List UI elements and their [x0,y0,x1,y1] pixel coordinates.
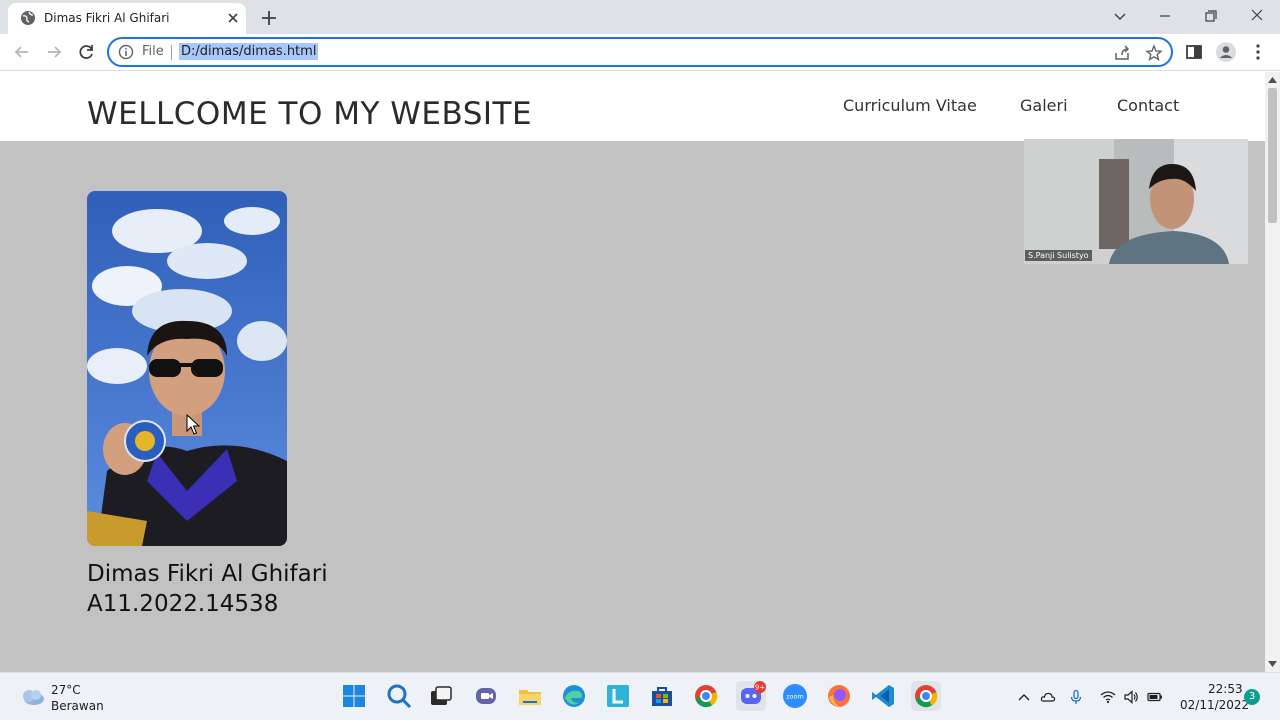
mouse-cursor-icon [186,414,200,435]
discord-icon[interactable]: 9+ [736,681,766,711]
battery-icon[interactable] [1147,689,1163,705]
page-viewport: WELLCOME TO MY WEBSITE Curriculum Vitae … [0,72,1265,672]
onedrive-cloud-icon[interactable] [1040,689,1056,705]
profile-avatar-icon[interactable] [1215,41,1237,63]
tab-strip: Dimas Fikri Al Ghifari [0,0,1280,34]
url-text[interactable]: D:/dimas/dimas.html [179,43,319,60]
forward-button[interactable] [43,41,65,63]
microsoft-store-icon[interactable] [647,681,677,711]
notification-badge[interactable]: 3 [1244,689,1260,705]
nav-link-curriculum-vitae[interactable]: Curriculum Vitae [843,96,977,115]
nav-link-galeri[interactable]: Galeri [1020,96,1068,115]
close-window-button[interactable] [1245,5,1269,27]
scroll-down-arrow-icon[interactable] [1268,660,1277,668]
search-icon[interactable] [384,681,414,711]
weather-description[interactable]: Berawan [51,699,104,713]
l-app-icon[interactable] [603,681,633,711]
microphone-icon[interactable] [1068,689,1084,705]
webcam-overlay: S.Panji Sulistyo [1024,139,1248,264]
tab-search-chevron-icon[interactable] [1108,5,1132,27]
weather-temperature[interactable]: 27°C [51,683,81,697]
share-icon[interactable] [1113,44,1131,62]
info-icon[interactable] [118,44,134,60]
scrollbar-thumb[interactable] [1268,88,1277,223]
site-title: WELLCOME TO MY WEBSITE [87,96,533,132]
page-scrollbar[interactable] [1265,72,1280,672]
minimize-button[interactable] [1153,5,1177,27]
side-panel-icon[interactable] [1183,41,1205,63]
address-bar[interactable]: File D:/dimas/dimas.html [107,37,1173,67]
wifi-icon[interactable] [1100,689,1116,705]
teams-chat-icon[interactable] [471,681,501,711]
reload-button[interactable] [75,41,97,63]
vscode-icon[interactable] [868,681,898,711]
chrome-icon[interactable] [691,681,721,711]
scroll-up-arrow-icon[interactable] [1268,76,1277,84]
show-hidden-icons-chevron[interactable] [1016,689,1032,705]
tab-title: Dimas Fikri Al Ghifari [44,11,170,25]
clock-time[interactable]: 22:53 [1208,682,1243,696]
webcam-video [1024,139,1248,264]
site-header: WELLCOME TO MY WEBSITE Curriculum Vitae … [0,72,1265,141]
person-id: A11.2022.14538 [87,591,279,617]
scheme-divider [171,45,172,60]
discord-badge: 9+ [755,684,765,692]
edge-browser-icon[interactable] [559,681,589,711]
cloud-weather-icon[interactable] [18,686,46,708]
webcam-participant-name: S.Panji Sulistyo [1025,250,1092,261]
globe-icon [21,11,35,25]
new-tab-button[interactable] [258,7,280,29]
back-button[interactable] [11,41,33,63]
profile-photo [87,191,287,546]
restore-button[interactable] [1199,5,1223,27]
task-view-icon[interactable] [426,681,456,711]
browser-tab[interactable]: Dimas Fikri Al Ghifari [8,3,246,34]
file-explorer-icon[interactable] [515,681,545,711]
windows-taskbar: 27°C Berawan 9+ zoom 22:53 02/11/2022 3 [0,672,1280,720]
volume-icon[interactable] [1123,689,1139,705]
zoom-icon[interactable]: zoom [780,681,810,711]
chrome-active-icon[interactable] [911,681,941,711]
bookmark-star-icon[interactable] [1145,44,1163,62]
firefox-icon[interactable] [824,681,854,711]
windows-start-icon[interactable] [339,681,369,711]
zoom-label: zoom [786,693,804,701]
person-name: Dimas Fikri Al Ghifari [87,561,328,587]
scheme-label: File [142,44,164,59]
clock-date[interactable]: 02/11/2022 [1180,698,1249,712]
menu-kebab-icon[interactable] [1247,41,1269,63]
close-tab-icon[interactable] [224,9,242,27]
nav-link-contact[interactable]: Contact [1117,96,1179,115]
browser-toolbar: File D:/dimas/dimas.html [0,34,1280,71]
